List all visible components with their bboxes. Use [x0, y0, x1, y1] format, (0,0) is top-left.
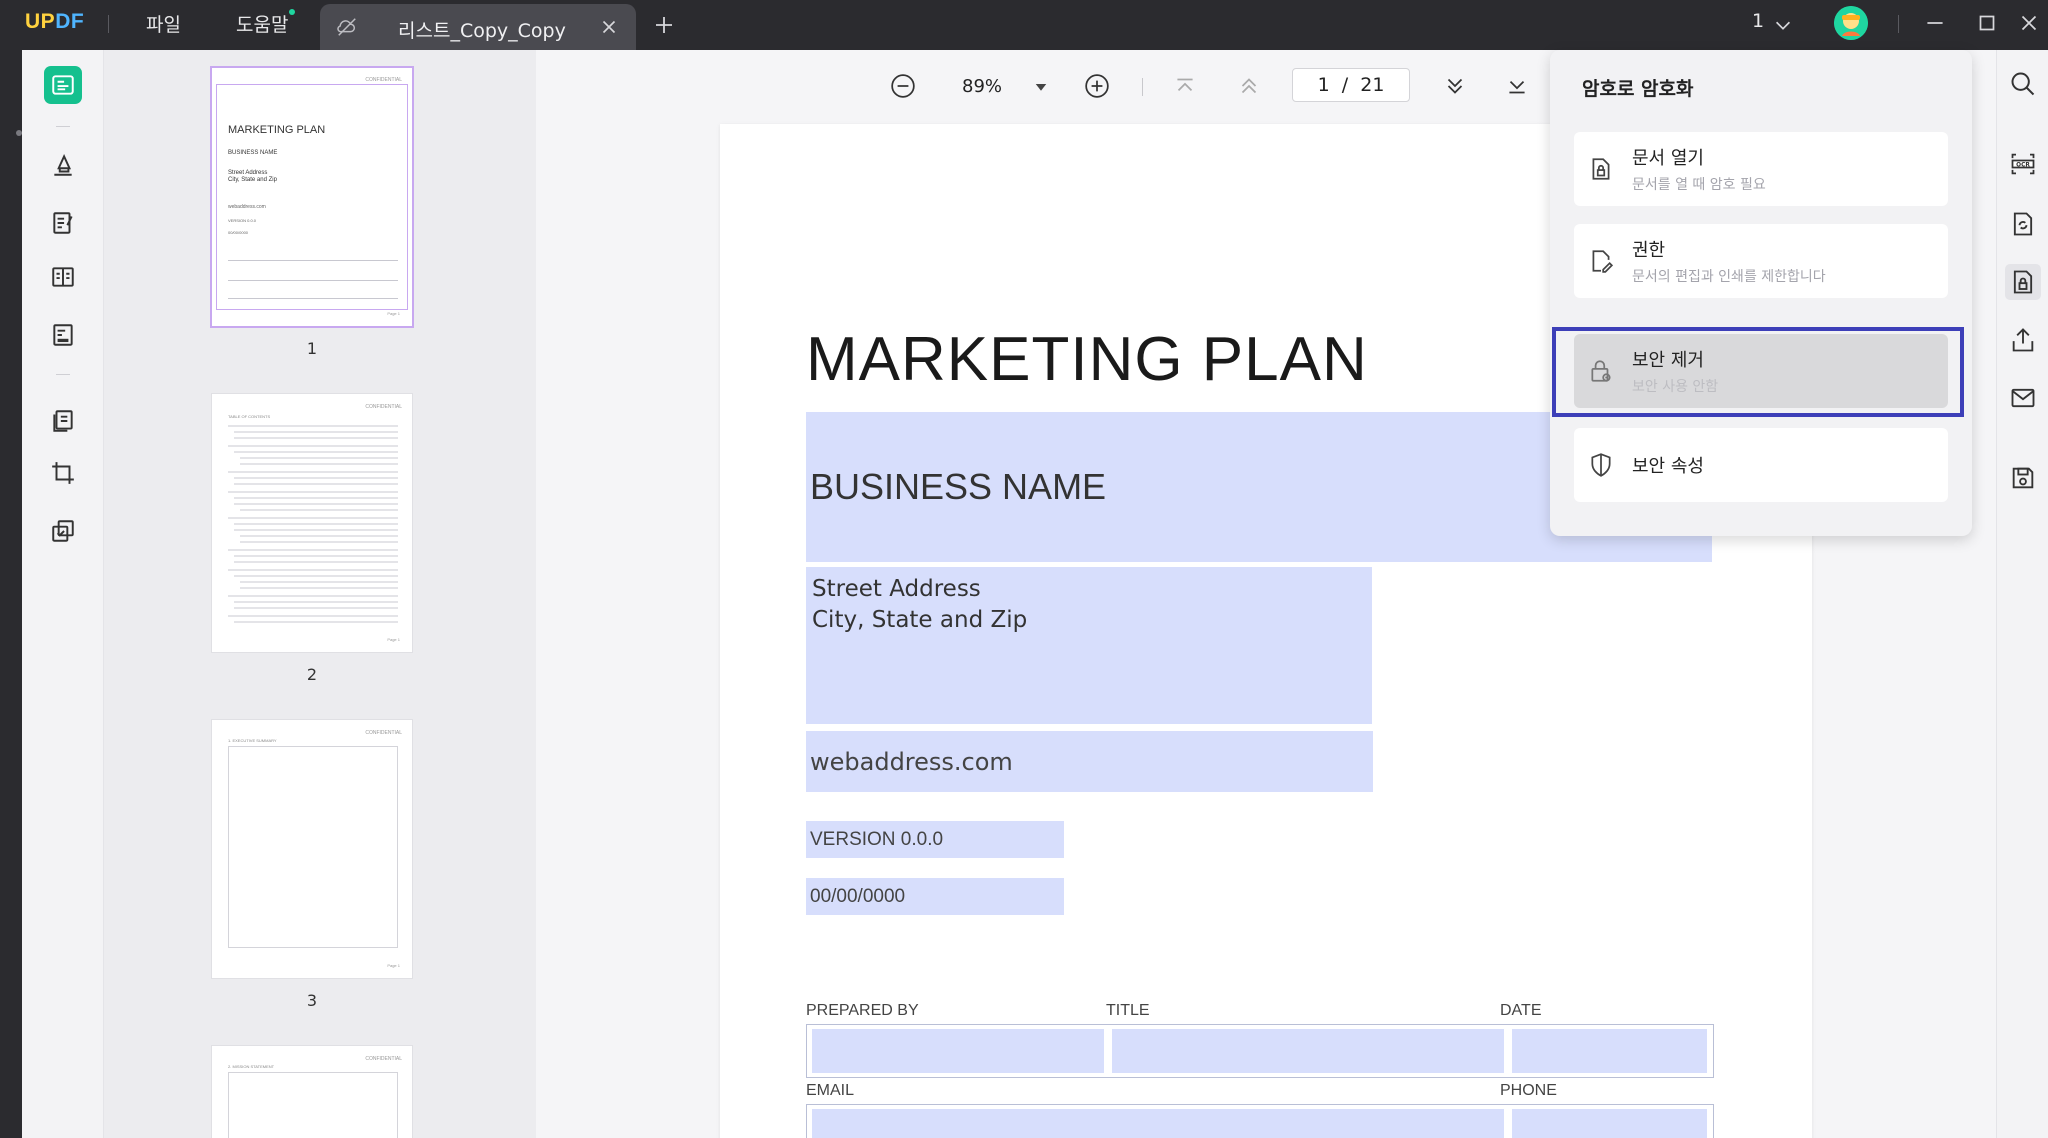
email-input[interactable]	[812, 1109, 1504, 1138]
edit-text-icon	[53, 212, 73, 234]
page-thumbnail-1[interactable]: CONFIDENTIAL MARKETING PLAN BUSINESS NAM…	[212, 68, 412, 326]
doc-edit-icon	[1592, 250, 1614, 273]
avatar-face-icon	[1834, 6, 1868, 40]
protect-icon[interactable]	[2005, 264, 2041, 300]
email-icon[interactable]	[2009, 384, 2037, 412]
crop-tool-button[interactable]	[44, 454, 82, 492]
next-page-icon[interactable]	[1442, 73, 1468, 99]
date-label: DATE	[1500, 1002, 1542, 1019]
share-icon[interactable]	[2009, 326, 2037, 354]
reader-mode-button[interactable]	[44, 66, 82, 104]
address-field[interactable]: Street Address City, State and Zip	[806, 567, 1372, 724]
avatar[interactable]	[1834, 6, 1868, 40]
app-logo[interactable]: UPDF	[25, 10, 84, 34]
last-page-icon[interactable]	[1504, 73, 1530, 99]
layers-icon	[52, 520, 74, 542]
pages-icon	[53, 410, 73, 432]
tab-title: 리스트_Copy_Copy	[398, 20, 566, 42]
document-title[interactable]: MARKETING PLAN	[806, 324, 1368, 395]
menu-file[interactable]: 파일	[146, 10, 181, 37]
title-divider	[108, 15, 109, 33]
form-tool-button[interactable]	[44, 316, 82, 354]
search-icon[interactable]	[2009, 70, 2037, 98]
new-tab-icon[interactable]	[652, 13, 676, 37]
zoom-dropdown-icon[interactable]	[1032, 78, 1050, 96]
edit-pdf-button[interactable]	[44, 204, 82, 242]
layout-icon	[52, 267, 74, 287]
prepared-by-input[interactable]	[812, 1029, 1104, 1073]
version-field[interactable]: VERSION 0.0.0	[806, 821, 1064, 858]
title-divider-2	[1898, 15, 1899, 33]
toolbar-divider-2	[56, 374, 70, 375]
batch-tool-button[interactable]	[44, 512, 82, 550]
previous-page-icon[interactable]	[1236, 73, 1262, 99]
left-edge	[0, 50, 22, 1138]
thumbnail-number-3: 3	[306, 991, 318, 1010]
date-input[interactable]	[1512, 1029, 1707, 1073]
toolbar-divider	[56, 126, 70, 127]
doc-lock-icon	[1592, 158, 1610, 180]
reader-icon	[52, 75, 74, 95]
thumbnail-content-box	[228, 746, 398, 948]
page-number-input[interactable]: 1 / 21	[1292, 68, 1410, 102]
thumbnail-panel: CONFIDENTIAL MARKETING PLAN BUSINESS NAM…	[104, 50, 536, 1138]
permission-option[interactable]: 권한 문서의 편집과 인쇄를 제한합니다	[1574, 224, 1948, 298]
page-thumbnail-2[interactable]: CONFIDENTIAL TABLE OF CONTENTS Page 1	[212, 394, 412, 652]
security-panel-title: 암호로 암호화	[1582, 78, 1694, 100]
security-properties-option[interactable]: 보안 속성	[1574, 428, 1948, 502]
first-page-icon[interactable]	[1172, 73, 1198, 99]
zoom-out-icon[interactable]	[890, 73, 916, 99]
highlighter-icon	[54, 153, 72, 176]
email-label: EMAIL	[806, 1082, 855, 1099]
crop-icon	[52, 462, 74, 484]
notification-dot	[289, 9, 295, 15]
left-toolbar	[22, 50, 104, 1138]
maximize-icon[interactable]	[1974, 10, 2000, 36]
open-password-option[interactable]: 문서 열기 문서를 열 때 암호 필요	[1574, 132, 1948, 206]
thumbnail-content-box	[228, 1072, 398, 1138]
save-icon[interactable]	[2009, 464, 2037, 492]
web-address-field[interactable]: webaddress.com	[806, 731, 1373, 792]
organize-pages-button[interactable]	[44, 402, 82, 440]
right-toolbar: OCR	[1996, 50, 2048, 1138]
email-row	[806, 1104, 1714, 1138]
title-input[interactable]	[1112, 1029, 1504, 1073]
chevron-down-icon[interactable]	[1772, 14, 1794, 36]
menu-help[interactable]: 도움말	[236, 10, 288, 37]
ocr-icon[interactable]: OCR	[2009, 150, 2037, 178]
zoom-level[interactable]: 89%	[962, 76, 1002, 97]
comment-tool-button[interactable]	[44, 146, 82, 184]
minimize-icon[interactable]	[1922, 10, 1948, 36]
close-tab-icon[interactable]	[598, 16, 620, 38]
cloud-off-icon	[337, 18, 356, 36]
thumbnail-frame	[216, 84, 408, 310]
form-icon	[53, 324, 73, 346]
svg-text:OCR: OCR	[2016, 162, 2030, 168]
window-count[interactable]: 1	[1752, 10, 1764, 32]
document-tab[interactable]: 리스트_Copy_Copy	[320, 4, 636, 50]
thumbnail-number-1: 1	[306, 339, 318, 358]
shield-icon	[1591, 453, 1611, 477]
close-window-icon[interactable]	[2016, 10, 2042, 36]
security-dropdown: 암호로 암호화 문서 열기 문서를 열 때 암호 필요 권한 문서의 편집과 인…	[1550, 50, 1972, 536]
prepared-by-label: PREPARED BY	[806, 1002, 919, 1019]
phone-input[interactable]	[1512, 1109, 1707, 1138]
page-thumbnail-3[interactable]: CONFIDENTIAL 1. EXECUTIVE SUMMARY Page 1	[212, 720, 412, 978]
toc-lines	[228, 425, 398, 623]
convert-icon[interactable]	[2009, 210, 2037, 238]
phone-label: PHONE	[1500, 1082, 1557, 1099]
title-label: TITLE	[1106, 1002, 1150, 1019]
date-field[interactable]: 00/00/0000	[806, 878, 1064, 915]
zoom-in-icon[interactable]	[1084, 73, 1110, 99]
title-bar: UPDF 파일 도움말 리스트_Copy_Copy 1	[0, 0, 2048, 50]
page-tools-button[interactable]	[44, 258, 82, 296]
prepared-by-row	[806, 1024, 1714, 1078]
zoom-divider	[1142, 78, 1143, 96]
highlight-frame	[1552, 327, 1964, 417]
thumbnail-number-2: 2	[306, 665, 318, 684]
page-thumbnail-4[interactable]: CONFIDENTIAL 2. MISSION STATEMENT	[212, 1046, 412, 1138]
